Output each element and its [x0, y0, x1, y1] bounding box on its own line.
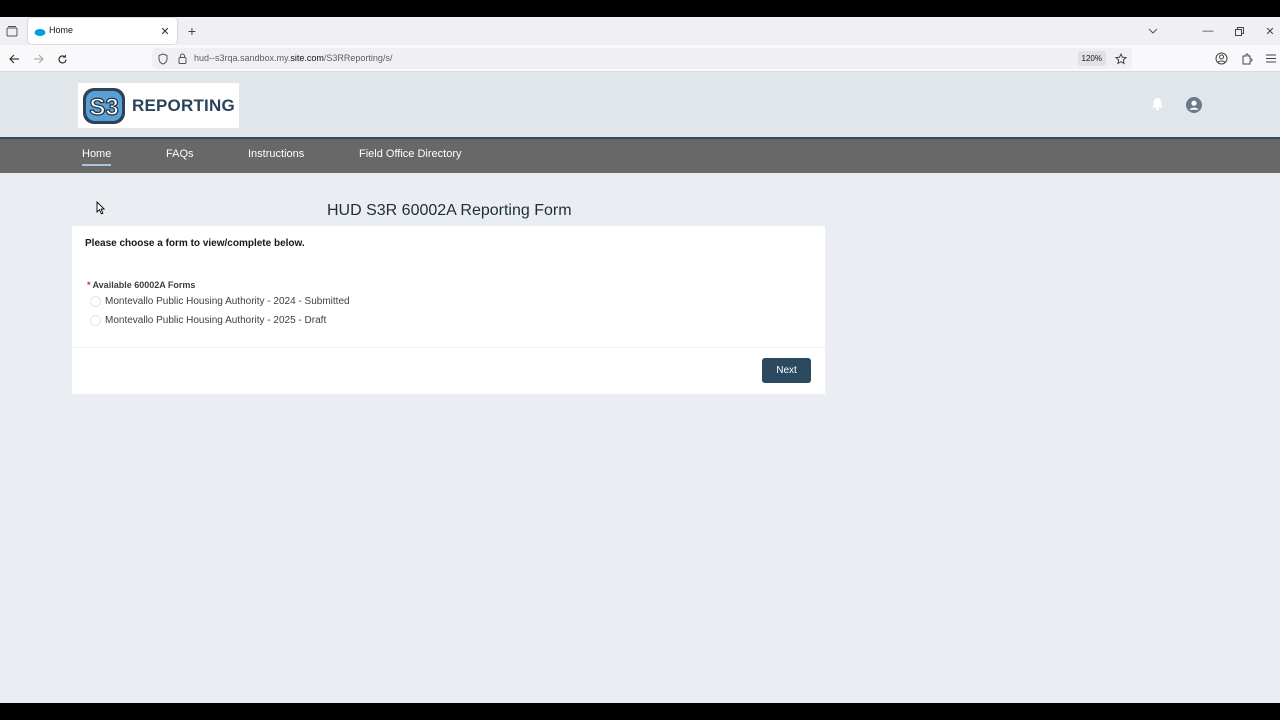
close-window-icon[interactable]: ✕ [1262, 23, 1278, 39]
tab-title: Home [49, 25, 74, 35]
url-text[interactable]: hud--s3rqa.sandbox.my.site.com/S3RReport… [194, 53, 392, 63]
navigation-toolbar: hud--s3rqa.sandbox.my.site.com/S3RReport… [0, 45, 1280, 72]
radio-option-2025[interactable]: Montevallo Public Housing Authority - 20… [90, 315, 326, 326]
radio-option-label[interactable]: Montevallo Public Housing Authority - 20… [105, 315, 326, 326]
nav-instructions[interactable]: Instructions [248, 148, 304, 160]
s3-logo-mark-icon: S3 [83, 87, 125, 124]
site-navigation: Home FAQs Instructions Field Office Dire… [0, 137, 1280, 173]
radio-option-2024[interactable]: Montevallo Public Housing Authority - 20… [90, 296, 350, 307]
zoom-level-badge[interactable]: 120% [1077, 51, 1106, 66]
bookmark-star-icon[interactable] [1113, 51, 1128, 66]
available-forms-label: * Available 60002A Forms [87, 280, 196, 290]
radio-option-label[interactable]: Montevallo Public Housing Authority - 20… [105, 296, 350, 307]
required-marker: * [87, 280, 91, 290]
tracking-protection-shield-icon[interactable] [157, 52, 169, 65]
app-menu-icon[interactable] [1263, 51, 1278, 66]
restore-icon[interactable] [1231, 23, 1247, 39]
nav-home[interactable]: Home [82, 148, 112, 166]
account-icon[interactable] [1214, 51, 1229, 66]
tab-list-icon[interactable] [4, 23, 20, 39]
extensions-puzzle-icon[interactable] [1239, 51, 1254, 66]
back-icon[interactable] [5, 50, 23, 68]
salesforce-cloud-icon [34, 25, 46, 37]
browser-tab-home[interactable]: Home ✕ [28, 18, 177, 44]
notification-bell-icon[interactable] [1149, 96, 1165, 112]
minimize-icon[interactable]: — [1200, 23, 1216, 39]
next-button[interactable]: Next [762, 358, 811, 383]
new-tab-icon[interactable]: + [184, 23, 200, 39]
mouse-cursor-icon [96, 200, 106, 220]
browser-window: Home ✕ + — ✕ hud--s3rqa.sandbox.my.site.… [0, 17, 1280, 703]
lock-icon[interactable] [176, 52, 188, 65]
address-bar[interactable]: hud--s3rqa.sandbox.my.site.com/S3RReport… [152, 48, 1132, 69]
forward-icon[interactable] [29, 50, 47, 68]
logo-wordmark: REPORTING [132, 95, 235, 115]
s3-reporting-logo[interactable]: S3 REPORTING [78, 83, 239, 128]
svg-text:S3: S3 [89, 94, 118, 121]
radio-button[interactable] [90, 315, 101, 326]
tab-bar: Home ✕ + — ✕ [0, 17, 1280, 45]
list-all-tabs-icon[interactable] [1145, 23, 1161, 39]
nav-field-office-directory[interactable]: Field Office Directory [359, 148, 462, 160]
radio-button[interactable] [90, 296, 101, 307]
reload-icon[interactable] [53, 50, 71, 68]
close-tab-icon[interactable]: ✕ [158, 24, 172, 38]
form-title: HUD S3R 60002A Reporting Form [327, 202, 572, 219]
form-intro: Please choose a form to view/complete be… [85, 238, 305, 249]
nav-faqs[interactable]: FAQs [166, 148, 194, 160]
site-page: S3 REPORTING Home FAQs Instructions Fiel… [0, 72, 1280, 703]
user-avatar-icon[interactable] [1185, 96, 1202, 113]
footer-divider [72, 347, 825, 348]
form-card: Please choose a form to view/complete be… [72, 226, 825, 394]
